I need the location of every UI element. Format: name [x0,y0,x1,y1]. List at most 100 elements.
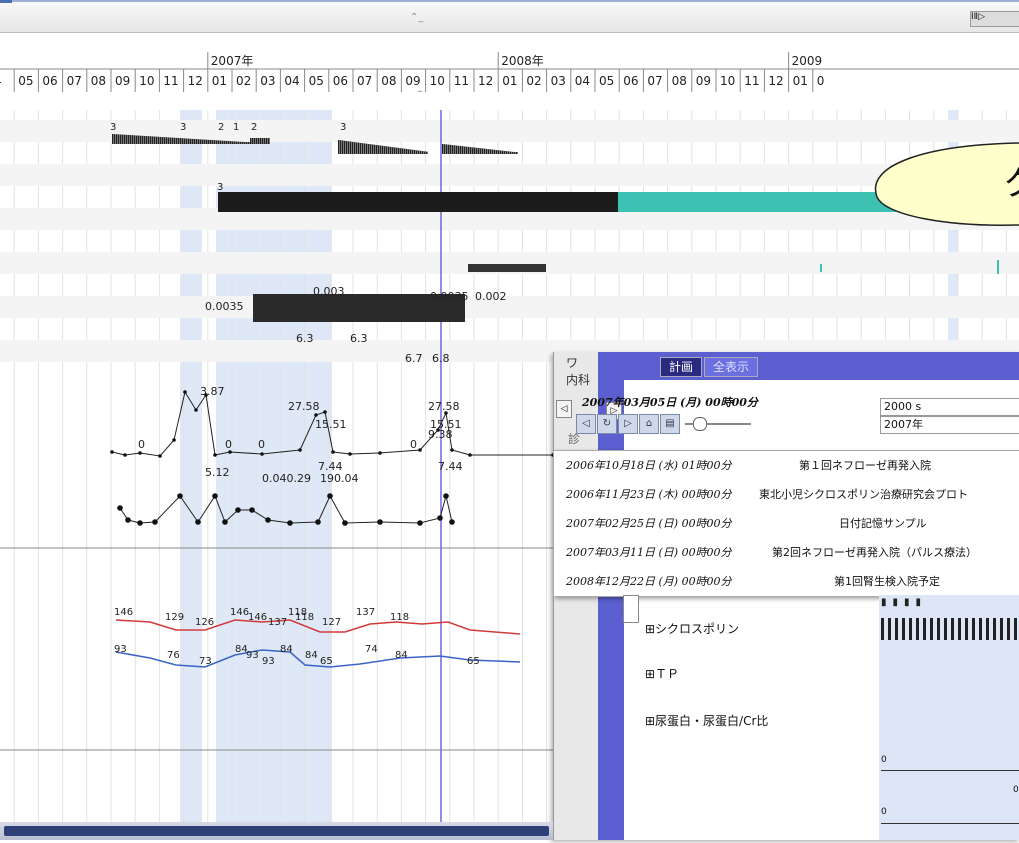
list-item[interactable]: 2007年03月11日 (日) 00時00分 第2回ネフローゼ再発入院（パルス療法… [554,538,1019,567]
event-name: 第1回腎生検入院予定 [834,575,940,588]
data-label: 3.87 [200,385,225,398]
lab-point [314,413,318,417]
medication-bar [502,150,504,154]
medication-bar [234,141,236,144]
data-label: 3 [340,122,346,133]
row-label-urine-protein[interactable]: ⊞尿蛋白・尿蛋白/Cr比 [645,712,768,729]
back-icon[interactable]: ◁ [576,414,596,434]
month-label: 02 [526,74,541,88]
lab-point [195,519,201,525]
medication-bar [248,142,250,144]
lab-point [249,507,255,513]
medication-bar [512,151,514,154]
event-list-popup: 2006年10月18日 (水) 01時00分 第１回ネフローゼ再発入院 2006年… [553,450,1019,597]
forward-icon[interactable]: ▷ [618,414,638,434]
data-label: 27.58 [428,400,460,413]
home-icon[interactable]: ⌂ [639,414,659,434]
data-label: 7.44 [438,460,463,473]
lab-point [331,450,335,454]
medication-bar [366,143,368,154]
lab-point [235,507,241,513]
month-label: 10 [430,74,445,88]
row-value: 0 [1013,785,1019,795]
data-label: 2 [218,122,224,133]
event-datetime: 2007年03月11日 (日) 00時00分 [566,546,732,559]
row-label-tp[interactable]: ⊞ＴＰ [645,665,679,682]
month-label: 12 [478,74,493,88]
list-item[interactable]: 2006年10月18日 (水) 01時00分 第１回ネフローゼ再発入院 [554,451,1019,480]
horizontal-scrollbar[interactable] [0,822,553,840]
medication-bar [194,138,196,144]
lab-point [418,448,422,452]
lab-point [417,520,423,526]
medication-bar [466,146,468,154]
tab-show-all[interactable]: 全表示 [704,357,759,377]
month-label: 11 [163,74,178,88]
medication-bar [368,143,370,154]
medication-bar [346,141,348,154]
side-value-field[interactable]: 2007年 [880,416,1019,434]
month-label: 04 [575,74,590,88]
plan-left-label: ワ [566,356,579,370]
scrollbar-thumb[interactable] [4,826,549,836]
medication-bar [508,151,510,154]
medication-bar [164,137,166,144]
plan-side-fields: 2000 s 2007年 [880,398,1019,434]
medication-bar [172,137,174,144]
lab-point [378,451,382,455]
medication-bar [414,150,416,154]
refresh-icon[interactable]: ↻ [597,414,617,434]
medication-bar [388,146,390,154]
medication-bar [426,151,428,154]
tab-plan[interactable]: 計画 [660,357,703,377]
medication-bar [484,148,486,154]
timeline-header: 4 05 06 07 08 09 10 11 12 01 02 03 04 05 06 07 08 09 10 11 1… [0,52,1019,92]
lab-point [125,517,131,523]
data-label: 1 [233,122,239,133]
medication-bar [158,136,160,144]
lab-point [222,519,228,525]
list-item[interactable]: 2006年11月23日 (木) 00時00分 東北小児シクロスポリン治療研究会プロ… [554,480,1019,509]
list-item[interactable]: 2008年12月22日 (月) 00時00分 第1回腎生検入院予定 [554,567,1019,596]
medication-bar [196,139,198,144]
data-label: 118 [295,612,314,623]
medication-bar [456,145,458,154]
top-right-tab[interactable]: ⅠⅡ▷ [970,11,1019,27]
data-label: 126 [195,617,214,628]
medication-bar [372,144,374,154]
medication-bar [226,140,228,144]
medication-bar [344,140,346,154]
zoom-slider-icon[interactable] [684,417,751,431]
medication-bar [352,141,354,154]
medication-bar [114,134,116,144]
medication-bar [498,150,500,154]
month-label: 12 [768,74,783,88]
plan-tabs: 計画 全表示 [660,357,760,377]
timeline-svg: 4 05 06 07 08 09 10 11 12 01 02 03 04 05 06 07 08 09 10 11 1… [0,52,1019,92]
medication-bar [268,138,270,144]
data-label: 146 [114,607,133,618]
medication-bar [252,138,254,144]
medication-bar [468,264,546,272]
collapse-marker[interactable]: ⌃_ [410,12,423,23]
medication-bar [198,139,200,144]
medication-bar [258,138,260,144]
lab-point [152,519,158,525]
lab-point [137,520,143,526]
month-label: 11 [454,74,469,88]
row-label-cyclosporine[interactable]: ⊞シクロスポリン [645,620,739,637]
medication-bar [464,146,466,154]
medication-bar [256,138,258,144]
lab-point [265,517,271,523]
row-toggle[interactable] [623,595,639,623]
data-label: 0.0035 [205,300,244,313]
nav-left-button[interactable]: ◁ [556,400,572,418]
medication-bar [118,134,120,144]
lab-point [348,452,352,456]
side-value-field[interactable]: 2000 s [880,398,1019,416]
month-label: 02 [236,74,251,88]
medication-bar [216,140,218,144]
month-label: 10 [139,74,154,88]
list-item[interactable]: 2007年02月25日 (日) 00時00分 日付記憶サンプル [554,509,1019,538]
book-icon[interactable]: ▤ [660,414,680,434]
